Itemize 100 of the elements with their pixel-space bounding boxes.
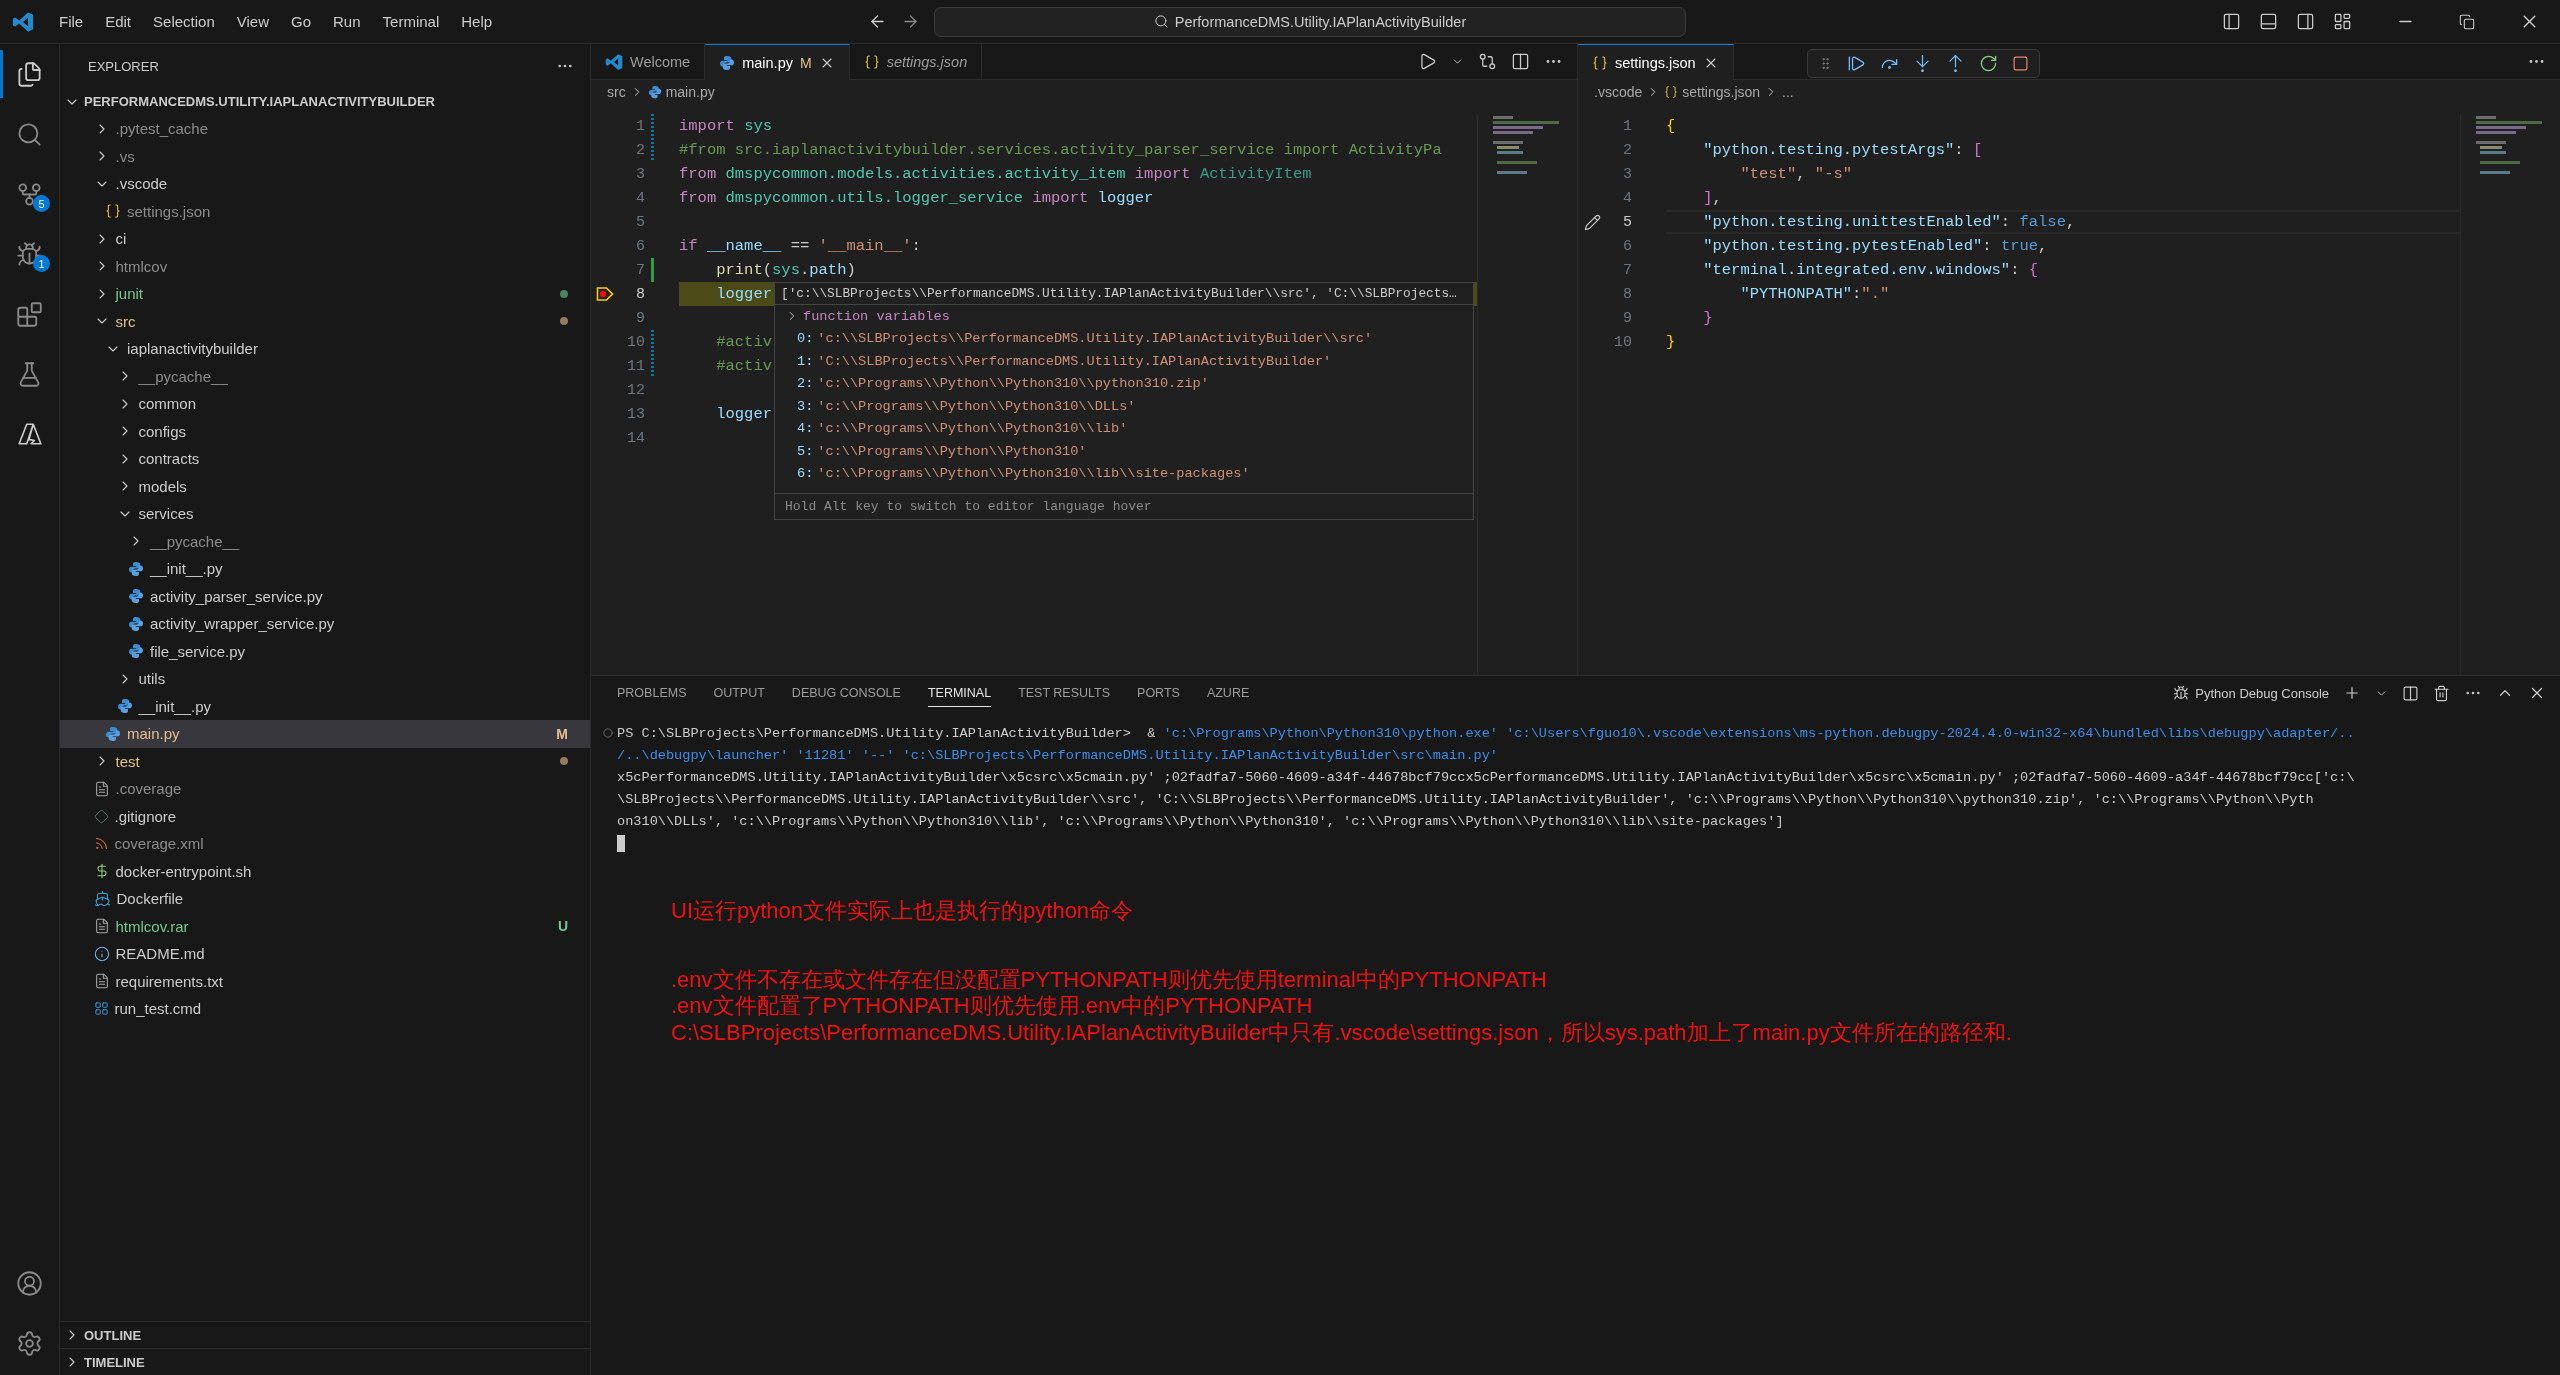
breadcrumb-item[interactable]: src [607,84,626,100]
forward-icon[interactable] [901,12,920,31]
toggle-panel-icon[interactable] [2259,12,2278,31]
back-icon[interactable] [868,12,887,31]
activity-item[interactable]: 5 [0,170,59,218]
variable-item: 5: 'c:\\Programs\\Python\\Python310' [796,442,1088,461]
trash-icon[interactable] [2433,684,2450,702]
panel-tab[interactable]: AZURE [1206,679,1250,707]
tree-item[interactable]: settings.json [60,197,590,225]
tree-item[interactable]: .gitignore [60,802,590,830]
tree-item[interactable]: configs [60,417,590,445]
split-editor-icon[interactable] [1511,52,1530,71]
tree-item[interactable]: run_test.cmd [60,995,590,1023]
app-logo-icon [12,10,34,33]
section-header[interactable]: TIMELINE [60,1348,590,1375]
tree-item[interactable]: htmlcov [60,252,590,280]
tree-item[interactable]: src [60,307,590,335]
continue-icon[interactable] [1847,54,1866,73]
section-header[interactable]: PERFORMANCEDMS.UTILITY.IAPLANACTIVITYBUILDER [60,88,590,115]
breadcrumb-item[interactable]: main.py [665,84,715,100]
panel-tab[interactable]: TEST RESULTS [1018,679,1111,707]
tree-item[interactable]: junit [60,280,590,308]
line-number: 14 [626,429,645,447]
search-icon[interactable] [16,120,43,148]
settings-icon[interactable] [16,1329,43,1357]
run-debug-icon[interactable] [16,240,43,268]
tree-item[interactable]: iaplanactivitybuilder [60,335,590,363]
menu-item[interactable]: Help [452,9,502,34]
customize-layout-icon[interactable] [2333,12,2352,31]
tree-item[interactable]: __init__.py [60,692,590,720]
tree-item[interactable]: test [60,747,590,775]
tree-item[interactable]: ci [60,225,590,253]
menu-item[interactable]: Run [324,9,370,34]
editor-tab[interactable]: main.py M [705,44,850,80]
tree-item[interactable]: common [60,390,590,418]
compare-icon[interactable] [1478,52,1497,71]
line-number: 7 [1622,261,1632,279]
terminal-selector[interactable]: Python Debug Console [2173,685,2329,701]
restart-icon[interactable] [1979,54,1998,73]
restore-icon[interactable] [2459,13,2475,30]
tree-item[interactable]: file_service.py [60,637,590,665]
step-into-icon[interactable] [1913,54,1932,73]
menu-item[interactable]: Selection [144,9,224,34]
run-icon[interactable] [1418,52,1437,71]
tree-item[interactable]: contracts [60,445,590,473]
tree-item[interactable]: utils [60,665,590,693]
stop-icon[interactable] [2012,55,2029,72]
menu-item[interactable]: Edit [96,9,141,34]
panel-tab[interactable]: PROBLEMS [617,679,687,707]
tree-item[interactable]: .vs [60,142,590,170]
tree-item[interactable]: __pycache__ [60,362,590,390]
tree-item[interactable]: .pytest_cache [60,115,590,143]
account-icon[interactable] [16,1269,43,1297]
command-center-search[interactable]: PerformanceDMS.Utility.IAPlanActivityBuilder [934,6,1686,37]
python-file-icon [128,588,144,605]
bug-icon [2173,685,2190,701]
panel-tab[interactable]: TERMINAL [927,679,992,707]
tree-item[interactable]: activity_parser_service.py [60,582,590,610]
new-terminal-icon[interactable] [2343,684,2361,702]
toggle-secondary-sidebar-icon[interactable] [2296,12,2315,31]
tree-item[interactable]: .coverage [60,775,590,803]
breadcrumb-item[interactable]: .vscode [1594,84,1643,100]
azure-icon[interactable] [16,421,43,447]
tree-item[interactable]: activity_wrapper_service.py [60,610,590,638]
tree-item[interactable]: services [60,500,590,528]
code-line: } [1666,333,1676,351]
tree-item[interactable]: coverage.xml [60,830,590,858]
explorer-icon[interactable] [16,60,43,88]
menu-item[interactable]: Go [282,9,320,34]
panel-tab[interactable]: PORTS [1137,679,1180,707]
breadcrumb-item[interactable]: ... [1782,84,1794,100]
line-number: 12 [626,381,645,399]
tree-item[interactable]: htmlcov.rar U [60,912,590,940]
editor-tab[interactable]: settings.json [1578,44,1734,80]
tree-item[interactable]: Dockerfile [60,885,590,913]
variable-group[interactable]: function variables [775,305,1473,328]
menu-item[interactable]: View [227,9,278,34]
toggle-sidebar-icon[interactable] [2222,12,2241,31]
code-line: "python.testing.pytestEnabled": true, [1702,237,2048,255]
breadcrumb-item[interactable]: settings.json [1682,84,1761,100]
code-line: "python.testing.unittestEnabled": false, [1702,213,2076,231]
tree-item[interactable]: docker-entrypoint.sh [60,857,590,885]
menu-item[interactable]: File [50,9,93,34]
panel-tab[interactable]: DEBUG CONSOLE [791,679,901,707]
tree-item[interactable]: requirements.txt [60,967,590,995]
activity-item[interactable]: 1 [0,230,59,278]
split-terminal-icon[interactable] [2402,684,2419,702]
step-out-icon[interactable] [1946,54,1965,73]
extensions-icon[interactable] [16,300,43,328]
panel-tab[interactable]: OUTPUT [713,679,765,707]
tree-item[interactable]: README.md [60,940,590,968]
tree-item[interactable]: __pycache__ [60,527,590,555]
tree-item[interactable]: main.py M [60,720,590,748]
tree-item[interactable]: .vscode [60,170,590,198]
menu-item[interactable]: Terminal [373,9,449,34]
tree-item[interactable]: models [60,472,590,500]
code-line: #activ [715,357,772,375]
section-header[interactable]: OUTLINE [60,1321,590,1348]
tree-item[interactable]: __init__.py [60,555,590,583]
file-lines-icon [93,918,110,935]
